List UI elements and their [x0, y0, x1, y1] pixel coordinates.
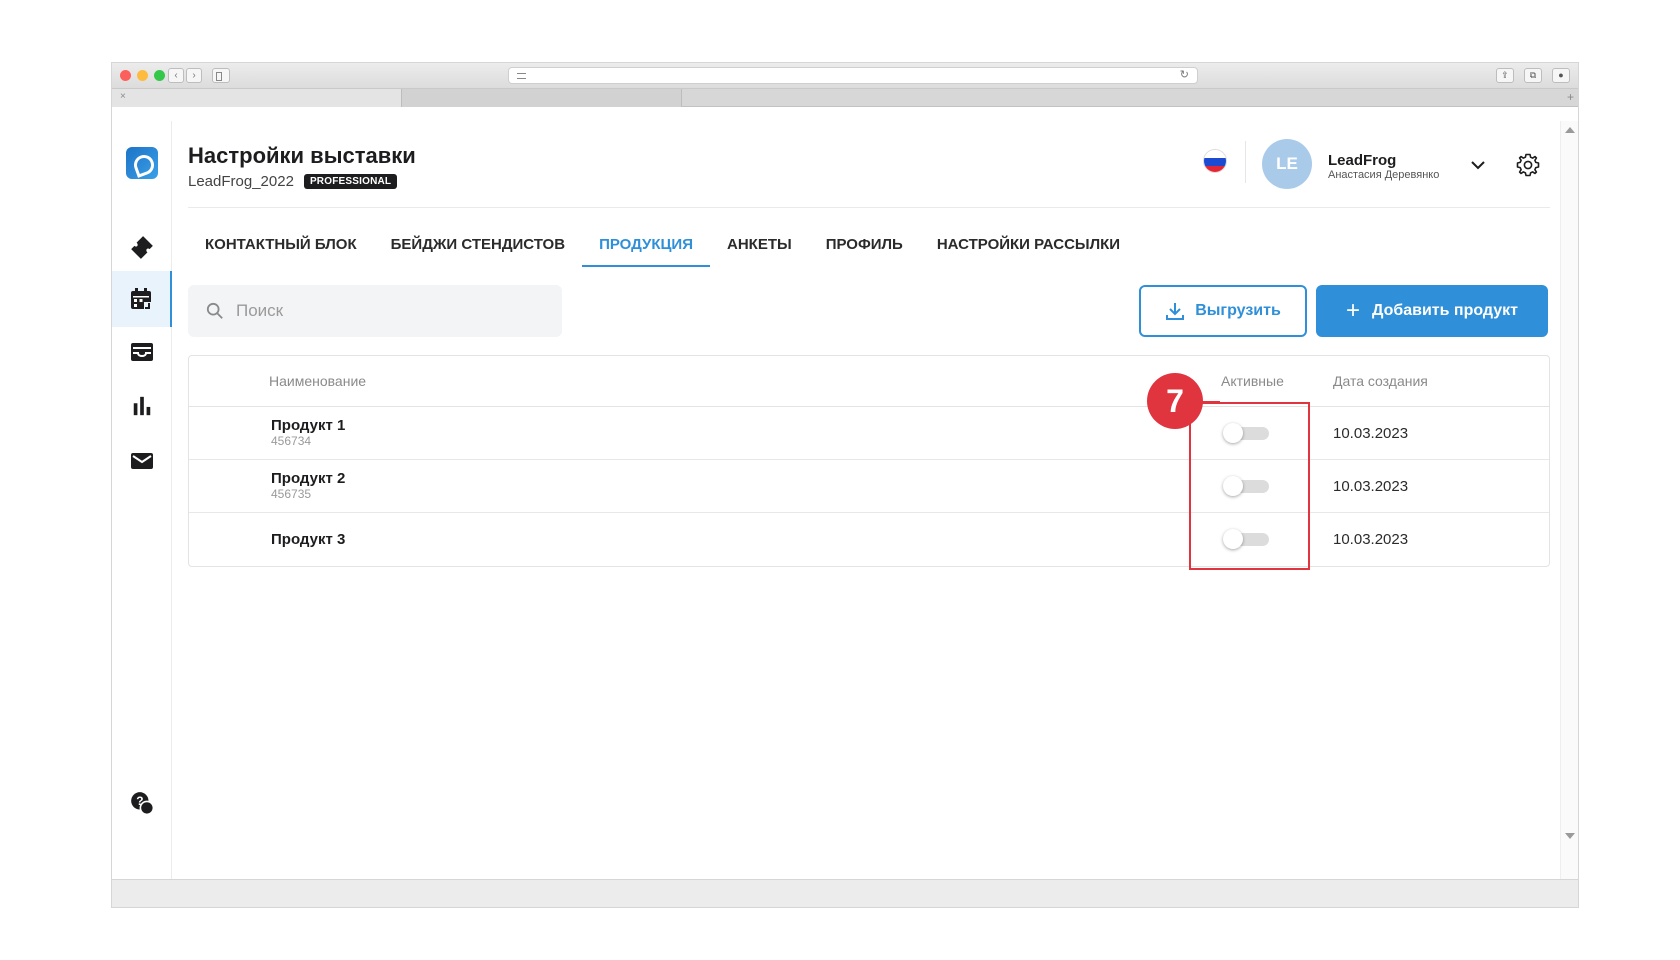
browser-tab[interactable]: ×: [112, 89, 402, 107]
bar-chart-icon: [133, 396, 151, 416]
tab-products[interactable]: ПРОДУКЦИЯ: [582, 231, 710, 267]
page-title: Настройки выставки: [188, 143, 416, 168]
table-header: Наименование Активные Дата создания: [189, 356, 1549, 407]
minimize-window-button[interactable]: [137, 70, 148, 81]
sidebar-item-analytics[interactable]: [112, 378, 172, 434]
product-sku: 456734: [271, 434, 312, 448]
tab-staff-badges[interactable]: БЕЙДЖИ СТЕНДИСТОВ: [374, 231, 582, 267]
created-date: 10.03.2023: [1333, 425, 1409, 442]
tab-mailing-settings[interactable]: НАСТРОЙКИ РАССЫЛКИ: [920, 231, 1137, 267]
product-name[interactable]: Продукт 2: [271, 470, 345, 487]
tab-profile[interactable]: ПРОФИЛЬ: [809, 231, 920, 267]
export-button[interactable]: Выгрузить: [1139, 285, 1307, 337]
table-row[interactable]: Продукт 1 456734 10.03.2023: [189, 407, 1549, 460]
browser-window: ‹ › ↻ ⇪ ⧉ ● × + ? Настройки выставки Lea…: [111, 62, 1579, 908]
annotation-highlight-box: [1189, 402, 1310, 570]
table-row[interactable]: Продукт 2 456735 10.03.2023: [189, 460, 1549, 513]
search-icon: [206, 302, 223, 319]
search-input[interactable]: [236, 301, 536, 321]
calendar-icon: [131, 288, 153, 311]
tab-forms[interactable]: АНКЕТЫ: [710, 231, 809, 267]
search-box: [188, 285, 562, 337]
browser-tabbar: × +: [112, 89, 1578, 107]
share-icon[interactable]: ⇪: [1496, 68, 1514, 83]
browser-toolbar: ‹ › ↻ ⇪ ⧉ ●: [112, 63, 1578, 89]
browser-tab[interactable]: [402, 89, 682, 107]
column-header-date[interactable]: Дата создания: [1333, 373, 1428, 389]
ticket-icon: [131, 236, 153, 259]
add-product-label: Добавить продукт: [1371, 302, 1519, 319]
header-divider: [1245, 141, 1246, 183]
user-full-name: Анастасия Деревянко: [1328, 169, 1440, 181]
reader-icon: [517, 73, 526, 79]
tab-close-icon[interactable]: ×: [120, 91, 126, 102]
user-company-name: LeadFrog: [1328, 152, 1397, 169]
gear-icon[interactable]: [1516, 153, 1540, 177]
history-nav: ‹ ›: [168, 68, 202, 83]
new-tab-icon[interactable]: +: [1567, 90, 1574, 104]
scroll-up-icon[interactable]: [1565, 127, 1575, 133]
tabs-overview-icon[interactable]: ⧉: [1524, 68, 1542, 83]
forward-button[interactable]: ›: [186, 68, 202, 83]
product-name[interactable]: Продукт 3: [271, 531, 345, 548]
created-date: 10.03.2023: [1333, 478, 1409, 495]
plan-badge: PROFESSIONAL: [303, 174, 398, 189]
tab-contact-block[interactable]: КОНТАКТНЫЙ БЛОК: [188, 231, 374, 267]
page-scrollbar[interactable]: [1560, 121, 1578, 879]
plus-icon: +: [1345, 297, 1360, 324]
annotation-marker: 7: [1147, 373, 1203, 429]
browser-actions: ⇪ ⧉ ●: [1496, 68, 1570, 83]
extension-icon[interactable]: ●: [1552, 68, 1570, 83]
mail-icon: [131, 453, 153, 469]
avatar[interactable]: LE: [1262, 139, 1312, 189]
settings-tabs: КОНТАКТНЫЙ БЛОК БЕЙДЖИ СТЕНДИСТОВ ПРОДУК…: [188, 231, 1137, 267]
exhibition-name: LeadFrog_2022: [188, 173, 294, 190]
sidebar-item-tickets[interactable]: [112, 219, 172, 275]
app-sidebar: ?: [112, 121, 172, 879]
sidebar-item-inbox[interactable]: [112, 324, 172, 380]
table-row[interactable]: Продукт 3 10.03.2023: [189, 513, 1549, 566]
sidebar-item-mail[interactable]: [112, 433, 172, 489]
column-header-active[interactable]: Активные: [1221, 373, 1284, 389]
app-logo[interactable]: [126, 147, 158, 179]
chevron-down-icon[interactable]: [1470, 157, 1486, 173]
exhibition-subtitle: LeadFrog_2022 PROFESSIONAL: [188, 173, 398, 190]
created-date: 10.03.2023: [1333, 531, 1409, 548]
products-table: Наименование Активные Дата создания Прод…: [188, 355, 1550, 567]
scroll-down-icon[interactable]: [1565, 833, 1575, 839]
download-icon: [1166, 303, 1185, 320]
close-window-button[interactable]: [120, 70, 131, 81]
window-controls: [120, 70, 165, 81]
add-product-button[interactable]: + Добавить продукт: [1316, 285, 1548, 337]
product-name[interactable]: Продукт 1: [271, 417, 345, 434]
annotation-connector: [1202, 401, 1220, 403]
back-button[interactable]: ‹: [168, 68, 184, 83]
reload-icon[interactable]: ↻: [1180, 68, 1189, 81]
inbox-icon: [131, 343, 153, 361]
browser-statusbar: [112, 879, 1578, 907]
language-flag-ru-icon[interactable]: [1203, 149, 1227, 173]
svg-text:?: ?: [136, 794, 143, 808]
address-bar[interactable]: ↻: [508, 67, 1198, 84]
sidebar-item-events[interactable]: [112, 271, 172, 327]
header-divider-line: [188, 207, 1550, 208]
help-chat-icon: ?: [131, 792, 155, 816]
maximize-window-button[interactable]: [154, 70, 165, 81]
sidebar-item-help[interactable]: ?: [112, 775, 172, 831]
sidebar-toggle-button[interactable]: [212, 68, 230, 83]
column-header-name[interactable]: Наименование: [269, 373, 366, 389]
product-sku: 456735: [271, 487, 312, 501]
export-button-label: Выгрузить: [1195, 302, 1281, 319]
